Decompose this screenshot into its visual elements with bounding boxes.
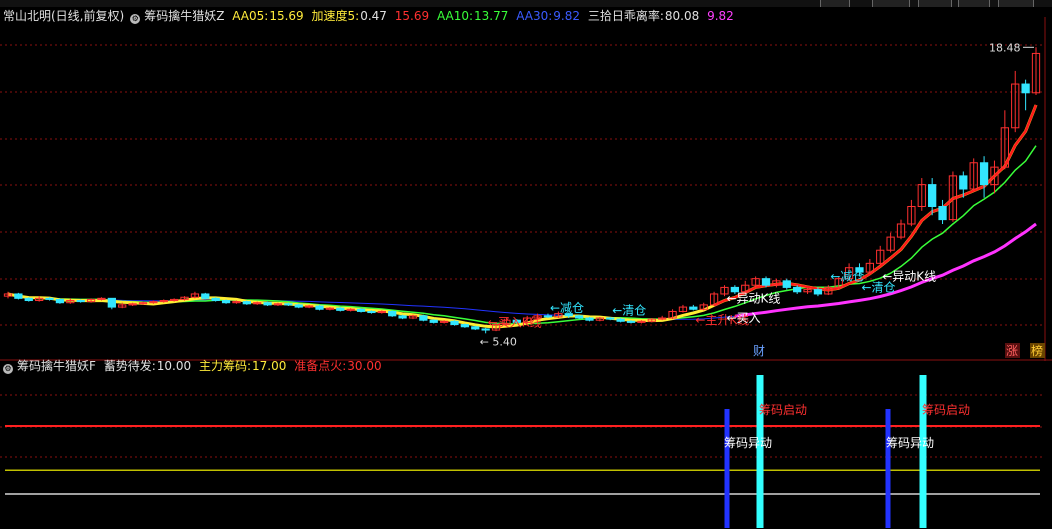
signal-annotation: ←减仓	[550, 301, 584, 315]
s3-label: 准备点火:	[294, 359, 347, 373]
signal-label: 筹码启动	[922, 403, 970, 417]
rank-marker: 榜	[1031, 343, 1043, 358]
s2-value: 17.00	[252, 359, 287, 373]
candle	[450, 320, 459, 326]
candle	[761, 278, 771, 286]
candle	[543, 315, 553, 318]
signal-label: 筹码异动	[724, 436, 772, 450]
candle	[471, 326, 480, 330]
candle	[315, 305, 324, 310]
s1-value: 10.00	[156, 359, 192, 373]
signal-annotation: ←异动K线	[882, 269, 936, 283]
candle	[782, 280, 791, 288]
candlestick-chart[interactable]: 18.48← 5.40←买入K线←减仓 ←清仓←主升K线←买入←异动K线←减仓←清…	[0, 17, 1052, 361]
candle	[76, 300, 85, 303]
candle	[336, 307, 345, 311]
high-price-label: 18.48	[989, 41, 1021, 54]
signal-chart[interactable]: 筹码异动 筹码启动筹码异动 筹码启动	[0, 375, 1052, 529]
candle	[419, 315, 428, 321]
candle	[221, 300, 231, 304]
candle	[45, 297, 54, 300]
candle	[959, 175, 968, 190]
signal-label: 筹码启动	[759, 403, 807, 417]
candle	[1021, 83, 1030, 94]
candle	[55, 298, 65, 304]
signal-annotation: ←清仓	[612, 303, 646, 317]
candle	[606, 317, 615, 320]
candle	[429, 319, 438, 323]
signal-label: 筹码异动	[886, 436, 934, 450]
toolbar-button[interactable]	[918, 0, 952, 7]
candle	[356, 308, 366, 312]
candle	[14, 293, 23, 299]
low-price-label: ← 5.40	[480, 335, 517, 348]
candle	[294, 304, 303, 308]
candle	[928, 184, 937, 207]
limit-up-marker: 涨	[1006, 343, 1018, 358]
candle	[979, 162, 989, 186]
candle	[201, 293, 210, 299]
toolbar-button[interactable]	[820, 0, 850, 7]
toolbar-button[interactable]	[958, 0, 990, 7]
aa05-line	[713, 104, 1038, 307]
candle	[284, 303, 293, 306]
s3-value: 30.00	[347, 359, 382, 373]
signal-annotation: ←减仓	[830, 269, 864, 283]
candle	[689, 306, 698, 310]
candle	[813, 289, 823, 295]
signal-bar	[724, 409, 730, 528]
sub-chart-header: ⚙ 筹码擒牛猎妖F 蓄势待发:10.00 主力筹码:17.00 准备点火:30.0…	[0, 358, 386, 375]
candle	[938, 205, 947, 221]
sub-indicator-name[interactable]: 筹码擒牛猎妖F	[17, 359, 96, 373]
candle	[263, 302, 272, 306]
candle	[626, 320, 636, 323]
candle	[398, 315, 407, 319]
candle	[585, 317, 594, 321]
candle	[367, 310, 376, 314]
candle	[574, 315, 584, 319]
toolbar-button[interactable]	[998, 0, 1034, 7]
candle	[211, 297, 220, 302]
candle	[460, 324, 470, 328]
s1-label: 蓄势待发:	[103, 359, 156, 373]
period-toolbar	[0, 0, 1052, 7]
candle	[24, 297, 33, 302]
toolbar-button[interactable]	[872, 0, 910, 7]
signal-bar	[885, 409, 891, 528]
candle	[388, 310, 397, 317]
signal-bar	[919, 375, 927, 528]
signal-annotation: ←买入	[726, 311, 760, 325]
s2-label: 主力筹码:	[198, 359, 252, 373]
candle	[616, 318, 625, 322]
candle	[107, 297, 116, 308]
settings-icon[interactable]: ⚙	[3, 364, 13, 374]
signal-annotation: ←异动K线	[726, 291, 780, 305]
candle	[242, 301, 251, 305]
signal-annotation: ←买入K线	[488, 315, 542, 329]
signal-bar	[756, 375, 764, 528]
finance-marker: 财	[753, 344, 765, 358]
candle	[793, 286, 802, 293]
